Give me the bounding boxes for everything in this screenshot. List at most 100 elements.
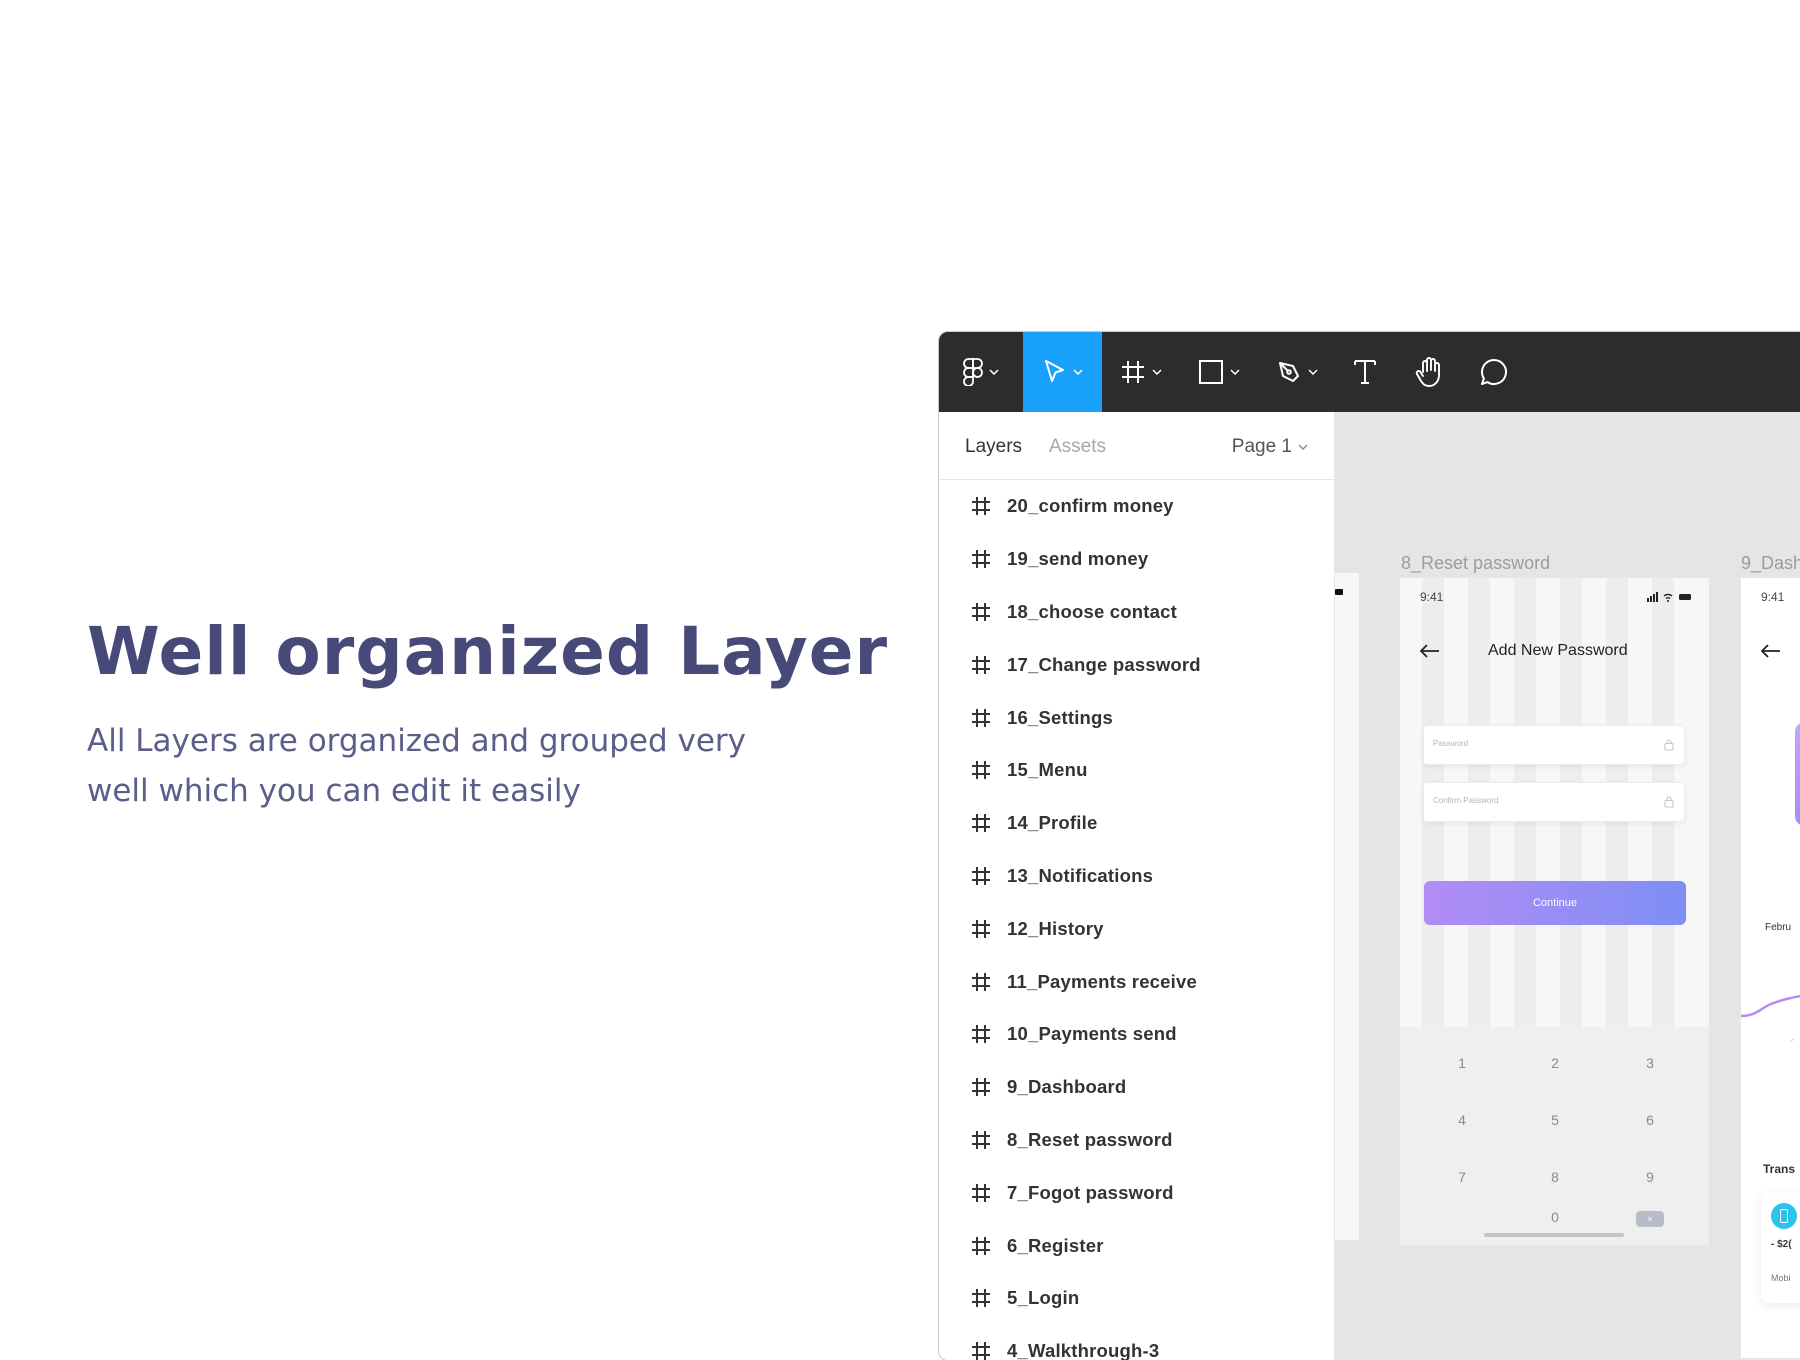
- layer-list: 20_confirm money 19_send money 18_choose…: [939, 480, 1334, 1360]
- layer-item[interactable]: 5_Login: [939, 1272, 1334, 1325]
- layer-item[interactable]: 14_Profile: [939, 797, 1334, 850]
- password-placeholder: Password: [1433, 739, 1469, 748]
- tab-assets[interactable]: Assets: [1049, 436, 1106, 458]
- layer-item[interactable]: 8_Reset password: [939, 1114, 1334, 1167]
- screen-title: Add New Password: [1488, 642, 1628, 659]
- frame-hash-icon: [1122, 361, 1144, 383]
- layer-item[interactable]: 4_Walkthrough-3: [939, 1325, 1334, 1360]
- design-canvas[interactable]: 8_Reset password 9:41 Add New Password P…: [1335, 412, 1800, 1360]
- frame-7-partial[interactable]: [1335, 573, 1359, 1240]
- layer-item[interactable]: 10_Payments send: [939, 1008, 1334, 1061]
- layer-label: 9_Dashboard: [1007, 1076, 1127, 1098]
- keypad-key[interactable]: 0: [1535, 1209, 1575, 1225]
- move-tool-button[interactable]: [1023, 332, 1102, 412]
- rectangle-icon: [1199, 360, 1223, 384]
- frame-hash-icon: [972, 1289, 990, 1308]
- chevron-down-icon: [1230, 369, 1240, 375]
- frame-8-reset-password[interactable]: 9:41 Add New Password Password Confirm P…: [1400, 578, 1709, 1245]
- month-label-fragment: Febru: [1765, 922, 1792, 933]
- frame-hash-icon: [972, 866, 990, 885]
- keypad-key[interactable]: 2: [1535, 1055, 1575, 1071]
- comment-bubble-icon: [1481, 358, 1507, 385]
- continue-button[interactable]: Continue: [1424, 881, 1686, 925]
- layer-label: 8_Reset password: [1007, 1128, 1173, 1150]
- panel-tabs: Layers Assets Page 1: [939, 412, 1334, 480]
- battery-icon: [1335, 589, 1343, 595]
- back-arrow-icon[interactable]: [1761, 644, 1781, 658]
- page-selector[interactable]: Page 1: [1232, 436, 1308, 458]
- confirm-password-placeholder: Confirm Password: [1433, 796, 1499, 805]
- frame-hash-icon: [972, 655, 990, 674]
- hand-icon: [1415, 357, 1440, 387]
- transaction-card[interactable]: - $2( Mobi: [1761, 1193, 1800, 1303]
- frame-hash-icon: [972, 1183, 990, 1202]
- tab-layers[interactable]: Layers: [965, 436, 1022, 458]
- text-tool-button[interactable]: [1336, 332, 1394, 412]
- shape-tool-button[interactable]: [1180, 332, 1258, 412]
- back-arrow-icon[interactable]: [1420, 644, 1440, 658]
- layer-label: 6_Register: [1007, 1234, 1104, 1256]
- frame-9-label[interactable]: 9_Dash: [1741, 553, 1800, 574]
- lock-icon: [1664, 796, 1674, 808]
- page-selector-label: Page 1: [1231, 436, 1292, 457]
- keypad-key[interactable]: 8: [1535, 1169, 1575, 1185]
- layer-item[interactable]: 17_Change password: [939, 638, 1334, 691]
- transactions-heading-fragment: Trans: [1763, 1162, 1796, 1176]
- hero-title: Well organized Layer: [87, 613, 889, 690]
- frame-tool-button[interactable]: [1102, 332, 1180, 412]
- layer-item[interactable]: 18_choose contact: [939, 586, 1334, 639]
- keypad-key[interactable]: 1: [1442, 1055, 1482, 1071]
- layer-item[interactable]: 16_Settings: [939, 691, 1334, 744]
- layer-label: 4_Walkthrough-3: [1007, 1340, 1160, 1360]
- status-time: 9:41: [1761, 590, 1785, 604]
- layer-item[interactable]: 11_Payments receive: [939, 955, 1334, 1008]
- keypad-key[interactable]: 9: [1630, 1169, 1670, 1185]
- keypad-key[interactable]: 7: [1442, 1169, 1482, 1185]
- chevron-down-icon: [989, 369, 999, 375]
- continue-button-label: Continue: [1532, 897, 1578, 909]
- chevron-down-icon: [1152, 369, 1162, 375]
- layer-item[interactable]: 19_send money: [939, 533, 1334, 586]
- figma-logo-icon: [963, 358, 983, 386]
- layer-label: 12_History: [1007, 917, 1104, 939]
- keypad-key[interactable]: 6: [1630, 1112, 1670, 1128]
- layer-label: 7_Fogot password: [1007, 1181, 1174, 1203]
- layer-item[interactable]: 20_confirm money: [939, 480, 1334, 533]
- keypad-key[interactable]: 3: [1630, 1055, 1670, 1071]
- confirm-password-field[interactable]: Confirm Password: [1423, 782, 1685, 822]
- pen-tool-button[interactable]: [1258, 332, 1336, 412]
- hand-tool-button[interactable]: [1394, 332, 1464, 412]
- layer-item[interactable]: 13_Notifications: [939, 850, 1334, 903]
- transaction-amount-fragment: - $2(: [1771, 1239, 1792, 1250]
- frame-hash-icon: [972, 1130, 990, 1149]
- frame-hash-icon: [972, 1078, 990, 1097]
- balance-card[interactable]: [1795, 722, 1800, 826]
- text-t-icon: [1354, 360, 1376, 384]
- chevron-down-icon: [1308, 369, 1318, 375]
- layer-label: 11_Payments receive: [1007, 970, 1197, 992]
- frame-hash-icon: [972, 550, 990, 569]
- frame-hash-icon: [972, 814, 990, 833]
- numeric-keypad: 1 2 3 4 5 6 7 8 9 0 ×: [1400, 1027, 1709, 1245]
- move-cursor-icon: [1044, 360, 1064, 382]
- chevron-down-icon: [1298, 444, 1308, 450]
- frame-8-label[interactable]: 8_Reset password: [1401, 553, 1550, 574]
- balance-line-chart: [1741, 994, 1800, 1042]
- figma-menu-button[interactable]: [939, 332, 1023, 412]
- frame-hash-icon: [972, 1342, 990, 1360]
- hero-section: Well organized Layer All Layers are orga…: [87, 612, 889, 816]
- layer-item[interactable]: 7_Fogot password: [939, 1166, 1334, 1219]
- layer-item[interactable]: 6_Register: [939, 1219, 1334, 1272]
- comment-tool-button[interactable]: [1464, 332, 1524, 412]
- layer-item[interactable]: 15_Menu: [939, 744, 1334, 797]
- keypad-key[interactable]: 5: [1535, 1112, 1575, 1128]
- layer-item[interactable]: 9_Dashboard: [939, 1061, 1334, 1114]
- keypad-delete-key[interactable]: ×: [1636, 1211, 1664, 1227]
- layer-label: 19_send money: [1007, 548, 1149, 570]
- frame-9-dashboard[interactable]: 9:41 Febru Trans - $2( Mobi: [1741, 578, 1800, 1358]
- layer-item[interactable]: 12_History: [939, 902, 1334, 955]
- password-field[interactable]: Password: [1423, 725, 1685, 765]
- frame-hash-icon: [972, 497, 990, 516]
- keypad-key[interactable]: 4: [1442, 1112, 1482, 1128]
- frame-hash-icon: [972, 1025, 990, 1044]
